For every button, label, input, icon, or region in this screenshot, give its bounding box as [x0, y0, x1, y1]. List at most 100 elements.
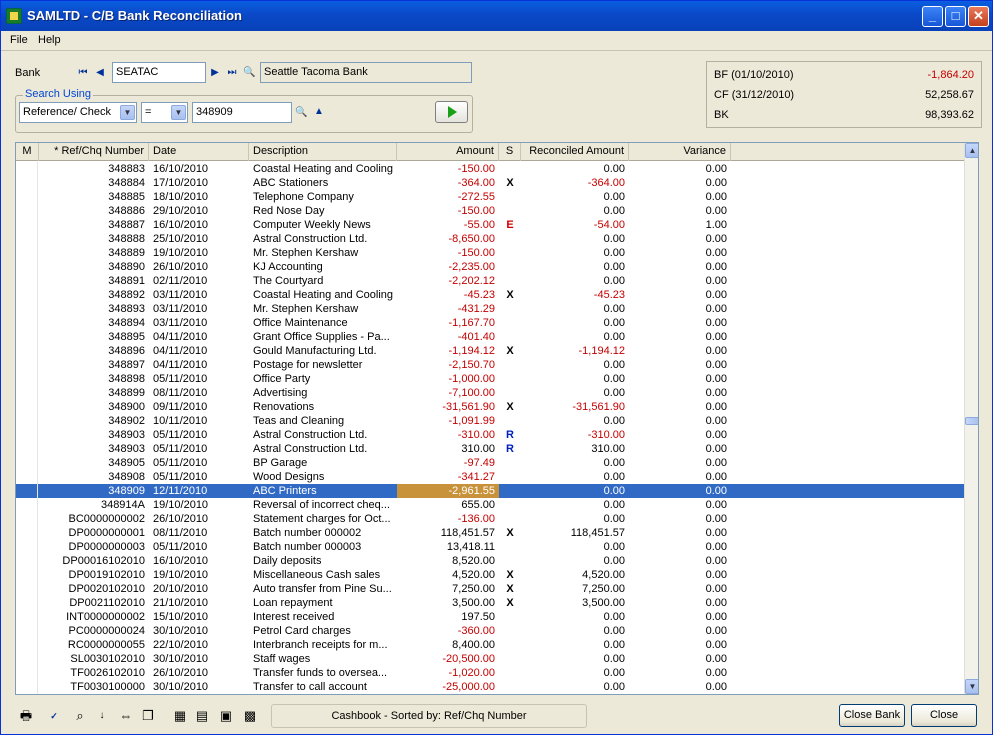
vertical-scrollbar[interactable]: ▲ ▼ [964, 143, 978, 694]
mark-cell[interactable] [16, 260, 38, 274]
header-s[interactable]: S [499, 143, 521, 161]
bank-code-input[interactable]: SEATAC [112, 62, 206, 83]
table-row[interactable]: PC0000000024 30/10/2010 Petrol Card charge… [16, 624, 964, 638]
header-variance[interactable]: Variance [629, 143, 731, 161]
table-row[interactable]: SL0030102010 30/10/2010 Staff wages -20,500… [16, 652, 964, 666]
mark-cell[interactable] [16, 526, 38, 540]
mark-cell[interactable] [16, 288, 38, 302]
prev-icon[interactable]: ◀ [94, 67, 106, 79]
magnifier-icon[interactable]: 🔍 [243, 67, 255, 79]
table-row[interactable]: 348909 12/11/2010 ABC Printers -2,961.55 0.0… [16, 484, 964, 498]
mark-cell[interactable] [16, 190, 38, 204]
table-row[interactable]: RC0000000055 22/10/2010 Interbranch receip… [16, 638, 964, 652]
scroll-down-icon[interactable]: ▼ [965, 679, 978, 694]
mark-cell[interactable] [16, 680, 38, 694]
table-row[interactable]: 348905 05/11/2010 BP Garage -97.49 0.00 0.00 [16, 456, 964, 470]
mark-cell[interactable] [16, 624, 38, 638]
mark-cell[interactable] [16, 638, 38, 652]
mark-cell[interactable] [16, 232, 38, 246]
table-row[interactable]: DP0000000003 05/11/2010 Batch number 00000… [16, 540, 964, 554]
operator-select[interactable]: = ▼ [141, 102, 188, 123]
table-row[interactable]: 348903 05/11/2010 Astral Construction Ltd.… [16, 428, 964, 442]
recalc-icon[interactable]: ✓ [45, 707, 63, 725]
mark-cell[interactable] [16, 386, 38, 400]
table-row[interactable]: 348900 09/11/2010 Renovations -31,561.90 X -3… [16, 400, 964, 414]
go-arrow-icon[interactable] [435, 101, 468, 123]
table-row[interactable]: 348897 04/11/2010 Postage for newsletter -2… [16, 358, 964, 372]
mark-cell[interactable] [16, 274, 38, 288]
mark-cell[interactable] [16, 484, 38, 498]
fit-columns-icon[interactable]: ⇔ [117, 707, 135, 725]
copy-icon[interactable]: ❐ [139, 707, 157, 725]
menu-file[interactable]: File [10, 34, 28, 46]
table-row[interactable]: 348885 18/10/2010 Telephone Company -272.55… [16, 190, 964, 204]
table-row[interactable]: 348902 10/11/2010 Teas and Cleaning -1,091.… [16, 414, 964, 428]
mark-cell[interactable] [16, 218, 38, 232]
mark-cell[interactable] [16, 344, 38, 358]
table-row[interactable]: 348894 03/11/2010 Office Maintenance -1,167… [16, 316, 964, 330]
notes-icon[interactable]: ▤ [193, 707, 211, 725]
header-ref[interactable]: * Ref/Chq Number [39, 143, 149, 161]
mark-cell[interactable] [16, 358, 38, 372]
header-reconciled[interactable]: Reconciled Amount [521, 143, 629, 161]
mark-cell[interactable] [16, 540, 38, 554]
mark-cell[interactable] [16, 554, 38, 568]
table-row[interactable]: 348893 03/11/2010 Mr. Stephen Kershaw -431.… [16, 302, 964, 316]
close-bank-button[interactable]: Close Bank [839, 704, 905, 727]
maximize-button[interactable]: □ [945, 6, 966, 27]
table-row[interactable]: BC0000000002 26/10/2010 Statement charges … [16, 512, 964, 526]
reconciliation-grid[interactable]: M * Ref/Chq Number Date Description Amou… [15, 142, 979, 695]
mark-cell[interactable] [16, 316, 38, 330]
menu-help[interactable]: Help [38, 34, 61, 46]
mark-cell[interactable] [16, 568, 38, 582]
table-row[interactable]: 348896 04/11/2010 Gould Manufacturing Ltd.… [16, 344, 964, 358]
header-date[interactable]: Date [149, 143, 249, 161]
table-row[interactable]: DP0021102010 21/10/2010 Loan repayment 3,50… [16, 596, 964, 610]
search-magnifier-icon[interactable]: 🔍 [295, 107, 307, 119]
first-icon[interactable]: ⏮ [77, 67, 89, 79]
table-row[interactable]: TF0026102010 26/10/2010 Transfer funds to … [16, 666, 964, 680]
last-icon[interactable]: ⏭ [226, 67, 238, 79]
table-row[interactable]: DP0020102010 20/10/2010 Auto transfer from… [16, 582, 964, 596]
mark-cell[interactable] [16, 330, 38, 344]
table-row[interactable]: 348889 19/10/2010 Mr. Stephen Kershaw -150.… [16, 246, 964, 260]
search-value-input[interactable]: 348909 [192, 102, 292, 123]
header-amount[interactable]: Amount [397, 143, 499, 161]
table-row[interactable]: 348908 05/11/2010 Wood Designs -341.27 0.00 0… [16, 470, 964, 484]
table-row[interactable]: 348895 04/11/2010 Grant Office Supplies - … [16, 330, 964, 344]
binoculars-icon[interactable]: ⌕ [71, 707, 89, 725]
table-row[interactable]: 348886 29/10/2010 Red Nose Day -150.00 0.00 0… [16, 204, 964, 218]
table-row[interactable]: 348890 26/10/2010 KJ Accounting -2,235.00 0.… [16, 260, 964, 274]
header-description[interactable]: Description [249, 143, 397, 161]
table-row[interactable]: 348914A 19/10/2010 Reversal of incorrect c… [16, 498, 964, 512]
mark-cell[interactable] [16, 442, 38, 456]
calculator-icon[interactable]: ▩ [241, 707, 259, 725]
mark-cell[interactable] [16, 610, 38, 624]
mark-cell[interactable] [16, 582, 38, 596]
mark-cell[interactable] [16, 652, 38, 666]
chevron-down-icon[interactable]: ▼ [120, 105, 135, 120]
table-row[interactable]: 348883 16/10/2010 Coastal Heating and Cool… [16, 162, 964, 176]
table-row[interactable]: 348892 03/11/2010 Coastal Heating and Cool… [16, 288, 964, 302]
mark-cell[interactable] [16, 498, 38, 512]
scroll-thumb[interactable] [965, 417, 978, 425]
next-icon[interactable]: ▶ [209, 67, 221, 79]
search-field-select[interactable]: Reference/ Check ▼ [19, 102, 137, 123]
table-row[interactable]: 348903 05/11/2010 Astral Construction Ltd.… [16, 442, 964, 456]
mark-cell[interactable] [16, 246, 38, 260]
table-row[interactable]: 348884 17/10/2010 ABC Stationers -364.00 X -3… [16, 176, 964, 190]
table-row[interactable]: 348888 25/10/2010 Astral Construction Ltd.… [16, 232, 964, 246]
table-row[interactable]: 348891 02/11/2010 The Courtyard -2,202.12 0.… [16, 274, 964, 288]
mark-cell[interactable] [16, 302, 38, 316]
sort-up-icon[interactable]: ▲ [313, 106, 325, 118]
mark-cell[interactable] [16, 456, 38, 470]
table-row[interactable]: DP00016102010 16/10/2010 Daily deposits 8,5… [16, 554, 964, 568]
mark-cell[interactable] [16, 176, 38, 190]
mark-cell[interactable] [16, 204, 38, 218]
table-row[interactable]: DP0019102010 19/10/2010 Miscellaneous Cash… [16, 568, 964, 582]
mark-cell[interactable] [16, 470, 38, 484]
table-row[interactable]: 348898 05/11/2010 Office Party -1,000.00 0.0… [16, 372, 964, 386]
table-row[interactable]: 348887 16/10/2010 Computer Weekly News -55.… [16, 218, 964, 232]
mark-cell[interactable] [16, 666, 38, 680]
table-row[interactable]: DP0000000001 08/11/2010 Batch number 00000… [16, 526, 964, 540]
